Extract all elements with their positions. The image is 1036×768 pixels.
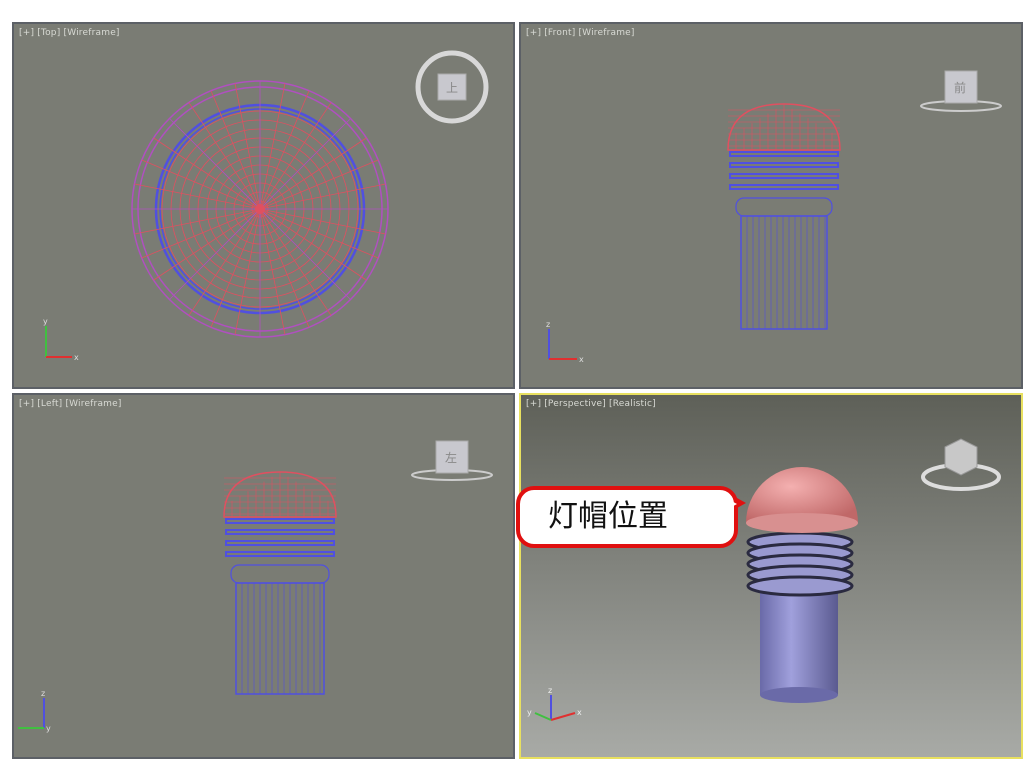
lamp-top-wire xyxy=(131,80,389,338)
ring-wire xyxy=(225,551,335,557)
axis-tripod-icon: z x y xyxy=(527,686,582,721)
ring-wire xyxy=(225,540,335,546)
ring xyxy=(746,575,854,597)
svg-text:y: y xyxy=(46,724,51,733)
viewcube-left[interactable]: 左 xyxy=(411,440,493,481)
top-wireframe: 上 y x xyxy=(43,50,489,362)
viewcube-label: 左 xyxy=(445,450,457,465)
axis-tripod-icon: z x xyxy=(546,320,584,364)
callout-tail-inner xyxy=(726,498,737,510)
axis-tripod-icon: z y xyxy=(18,689,51,733)
callout-label: 灯帽位置 xyxy=(516,486,738,548)
viewport-front[interactable]: 前 z x [+] [Front] [Wireframe] xyxy=(519,22,1023,389)
viewport-label[interactable]: [+] [Perspective] [Realistic] xyxy=(526,399,656,409)
lamp-side-wire xyxy=(223,471,337,695)
viewport-perspective[interactable]: z x y [+] [Perspective] [Realistic] xyxy=(519,393,1023,759)
ring-wire xyxy=(729,184,839,190)
svg-text:x: x xyxy=(579,355,584,364)
svg-text:x: x xyxy=(577,708,582,717)
viewport-label[interactable]: [+] [Left] [Wireframe] xyxy=(19,399,122,409)
viewport-top[interactable]: 上 y x [+] [Top] [Wireframe] xyxy=(12,22,515,389)
collar-wire xyxy=(735,197,833,217)
axis-tripod-icon: y x xyxy=(43,317,79,362)
perspective-render: z x y xyxy=(527,438,1001,721)
viewcube-label: 前 xyxy=(954,80,966,95)
ring-wire xyxy=(729,162,839,168)
viewport-left[interactable]: 左 z y [+] [Left] [Wireframe] xyxy=(12,393,515,759)
svg-text:y: y xyxy=(527,708,532,717)
left-wireframe: 左 z y xyxy=(18,440,493,733)
ring-wire xyxy=(225,529,335,535)
svg-text:x: x xyxy=(74,353,79,362)
viewcube-perspective[interactable] xyxy=(921,438,1001,491)
viewport-label[interactable]: [+] [Top] [Wireframe] xyxy=(19,28,120,38)
lamp-side-wire xyxy=(727,103,841,330)
viewport-label[interactable]: [+] [Front] [Wireframe] xyxy=(526,28,635,38)
wire-center xyxy=(255,204,265,214)
viewcube-top[interactable]: 上 xyxy=(415,50,489,124)
collar-wire xyxy=(230,564,330,584)
ring-wire xyxy=(729,151,839,157)
lamp-model[interactable] xyxy=(746,467,858,703)
svg-text:y: y xyxy=(43,317,48,326)
svg-text:z: z xyxy=(546,320,550,329)
ring-wire xyxy=(729,173,839,179)
column-wire xyxy=(740,215,828,330)
front-wireframe: 前 z x xyxy=(546,70,1002,364)
svg-text:z: z xyxy=(548,686,552,695)
column-wire xyxy=(235,582,325,695)
viewcube-label: 上 xyxy=(446,81,458,95)
svg-text:z: z xyxy=(41,689,45,698)
ring-wire xyxy=(225,518,335,524)
viewcube-front[interactable]: 前 xyxy=(920,70,1002,112)
